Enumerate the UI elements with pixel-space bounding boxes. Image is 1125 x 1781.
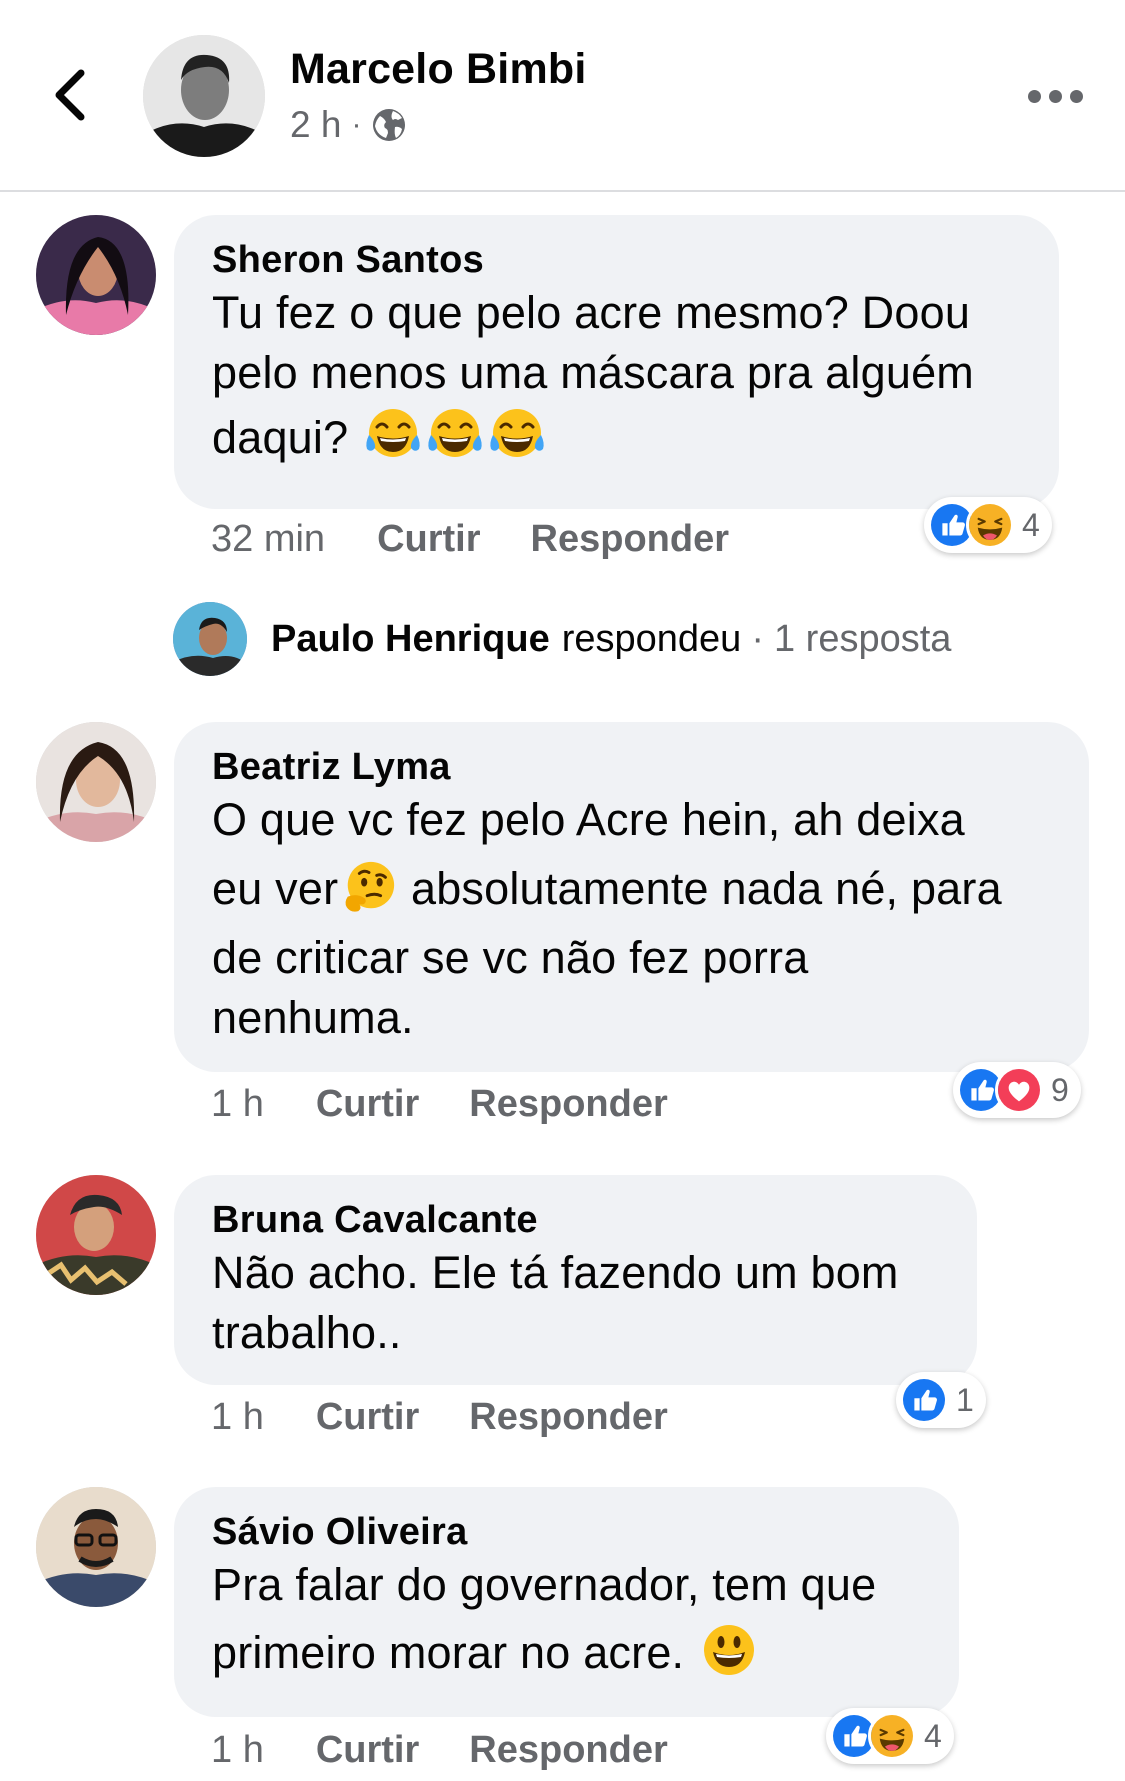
- reaction-summary[interactable]: 9: [953, 1062, 1081, 1118]
- reply-button[interactable]: Responder: [469, 1396, 667, 1439]
- comment-text: Pra falar do governador, tem que primeir…: [212, 1555, 921, 1691]
- replier-name[interactable]: Paulo Henrique: [271, 618, 550, 661]
- comment-text-fragment: daqui?: [212, 412, 349, 463]
- commenter-avatar[interactable]: [36, 215, 156, 335]
- comment-text-fragment: absolutamente nada né, para: [398, 863, 1002, 914]
- back-button[interactable]: [40, 60, 100, 130]
- face-with-tears-of-joy-icon: [425, 405, 485, 465]
- haha-reaction-icon: [868, 1712, 916, 1760]
- comment-text: Não acho. Ele tá fazendo um bom trabalho…: [212, 1243, 939, 1363]
- comment-time[interactable]: 1 h: [211, 1396, 264, 1439]
- comment-actions: 32 min Curtir Responder: [211, 518, 729, 561]
- commenter-avatar[interactable]: [36, 1487, 156, 1607]
- comment-text: Tu fez o que pelo acre mesmo? Doou pelo …: [212, 283, 1021, 473]
- like-button[interactable]: Curtir: [377, 518, 480, 561]
- like-reaction-icon: [900, 1376, 948, 1424]
- reply-separator: ·: [751, 617, 764, 660]
- comment-author[interactable]: Sheron Santos: [212, 237, 1021, 283]
- comment-text-line: Não acho. Ele tá fazendo um bom: [212, 1247, 899, 1298]
- comment-text-line: Pra falar do governador, tem que: [212, 1559, 877, 1610]
- reply-button[interactable]: Responder: [531, 518, 729, 561]
- reaction-summary[interactable]: 4: [826, 1708, 954, 1764]
- comment-text-fragment: eu ver: [212, 863, 339, 914]
- reaction-count: 4: [1022, 506, 1040, 543]
- comment-author[interactable]: Bruna Cavalcante: [212, 1197, 939, 1243]
- comment-actions: 1 h Curtir Responder: [211, 1083, 668, 1126]
- comment-text-line: primeiro morar no acre.: [212, 1627, 759, 1678]
- dot-icon: [1048, 89, 1062, 103]
- comment-author[interactable]: Sávio Oliveira: [212, 1509, 921, 1555]
- comment-text-line: trabalho..: [212, 1307, 402, 1358]
- face-with-tears-of-joy-icon: [487, 405, 547, 465]
- reply-button[interactable]: Responder: [469, 1729, 667, 1772]
- reply-verb: respondeu: [561, 617, 742, 660]
- love-reaction-icon: [995, 1066, 1043, 1114]
- reaction-summary[interactable]: 1: [896, 1372, 986, 1428]
- comment-text: O que vc fez pelo Acre hein, ah deixa eu…: [212, 790, 1051, 1048]
- post-time[interactable]: 2 h: [290, 104, 341, 146]
- post-meta: 2 h ·: [290, 104, 407, 146]
- reply-button[interactable]: Responder: [469, 1083, 667, 1126]
- haha-reaction-icon: [966, 501, 1014, 549]
- post-header: Marcelo Bimbi 2 h ·: [0, 0, 1125, 192]
- comment-time[interactable]: 1 h: [211, 1729, 264, 1772]
- dot-icon: [1027, 89, 1041, 103]
- comment-bubble: Bruna Cavalcante Não acho. Ele tá fazend…: [174, 1175, 977, 1385]
- comment-text-line: Tu fez o que pelo acre mesmo? Doou: [212, 287, 971, 338]
- replier-avatar: [173, 602, 247, 676]
- more-options-button[interactable]: [1020, 76, 1090, 116]
- meta-separator: ·: [351, 108, 362, 141]
- comment-actions: 1 h Curtir Responder: [211, 1396, 668, 1439]
- commenter-avatar[interactable]: [36, 722, 156, 842]
- reaction-summary[interactable]: 4: [924, 497, 1052, 553]
- comment-text-line: nenhuma.: [212, 992, 414, 1043]
- like-button[interactable]: Curtir: [316, 1083, 419, 1126]
- reaction-count: 4: [924, 1717, 942, 1754]
- reply-count[interactable]: 1 resposta: [774, 618, 951, 661]
- like-button[interactable]: Curtir: [316, 1396, 419, 1439]
- comment-text-line: pelo menos uma máscara pra alguém: [212, 347, 974, 398]
- chevron-left-icon: [55, 69, 85, 121]
- author-name[interactable]: Marcelo Bimbi: [290, 45, 587, 94]
- reaction-count: 9: [1051, 1071, 1069, 1108]
- comment-text-line: eu ver absolutamente nada né, para: [212, 863, 1002, 914]
- globe-icon: [373, 109, 406, 141]
- reaction-count: 1: [956, 1381, 974, 1418]
- comment-time[interactable]: 1 h: [211, 1083, 264, 1126]
- reply-summary[interactable]: Paulo Henrique respondeu · 1 resposta: [173, 602, 951, 676]
- like-button[interactable]: Curtir: [316, 1729, 419, 1772]
- comment-bubble: Sheron Santos Tu fez o que pelo acre mes…: [174, 215, 1059, 509]
- comment-text-line: de criticar se vc não fez porra: [212, 932, 809, 983]
- comment-author[interactable]: Beatriz Lyma: [212, 744, 1051, 790]
- comment-text-line: O que vc fez pelo Acre hein, ah deixa: [212, 794, 965, 845]
- comment-text-fragment: primeiro morar no acre.: [212, 1627, 685, 1678]
- comment-actions: 1 h Curtir Responder: [211, 1729, 668, 1772]
- comment-text-line: daqui?: [212, 412, 547, 463]
- comment-bubble: Beatriz Lyma O que vc fez pelo Acre hein…: [174, 722, 1089, 1072]
- dot-icon: [1069, 89, 1083, 103]
- thinking-face-icon: [340, 858, 398, 916]
- author-avatar[interactable]: [143, 35, 265, 157]
- comment-bubble: Sávio Oliveira Pra falar do governador, …: [174, 1487, 959, 1717]
- commenter-avatar[interactable]: [36, 1175, 156, 1295]
- face-with-tears-of-joy-icon: [363, 405, 423, 465]
- smiling-face-icon: [699, 1620, 759, 1680]
- comment-time[interactable]: 32 min: [211, 518, 325, 561]
